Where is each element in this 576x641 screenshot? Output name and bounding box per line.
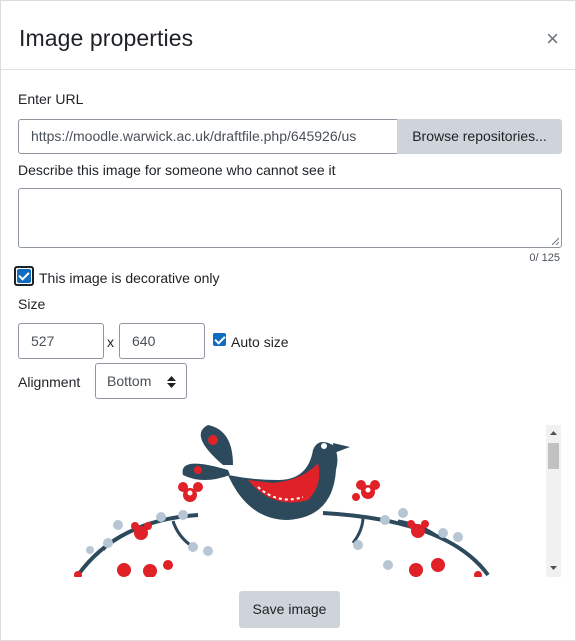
alignment-select[interactable]: Bottom: [95, 363, 187, 399]
alignment-label: Alignment: [18, 374, 81, 390]
url-group: https://moodle.warwick.ac.uk/draftfile.p…: [18, 119, 562, 154]
folk-bird-illustration-icon: [74, 425, 490, 577]
decorative-checkbox-focus[interactable]: [14, 266, 34, 286]
auto-size-checkbox[interactable]: [213, 333, 226, 346]
image-properties-dialog: Image properties × Enter URL https://moo…: [0, 0, 576, 641]
alt-char-counter: 0/ 125: [529, 252, 560, 264]
auto-size-label[interactable]: Auto size: [231, 334, 289, 350]
browse-repositories-button[interactable]: Browse repositories...: [397, 119, 562, 154]
alt-text-label: Describe this image for someone who cann…: [18, 162, 336, 178]
close-icon[interactable]: ×: [546, 28, 559, 50]
width-input[interactable]: 527: [18, 323, 104, 359]
alignment-value: Bottom: [107, 373, 152, 389]
dialog-header: Image properties ×: [1, 1, 575, 70]
dialog-title: Image properties: [19, 25, 194, 51]
scroll-down-icon: [550, 566, 557, 570]
select-arrows-icon: [167, 376, 176, 388]
decorative-checkbox[interactable]: [17, 269, 31, 283]
size-label: Size: [18, 296, 46, 312]
size-separator: x: [107, 334, 114, 350]
scroll-up-icon: [550, 431, 557, 435]
image-preview: [18, 425, 561, 577]
scrollbar-thumb: [548, 443, 559, 469]
height-input[interactable]: 640: [119, 323, 205, 359]
save-image-button[interactable]: Save image: [239, 591, 340, 628]
alt-text-textarea[interactable]: [18, 188, 562, 248]
preview-scrollbar[interactable]: [546, 425, 561, 577]
scrollbar-track-icon: [548, 431, 559, 570]
url-label: Enter URL: [18, 91, 84, 107]
decorative-label[interactable]: This image is decorative only: [39, 270, 220, 286]
resize-handle-icon[interactable]: [551, 237, 559, 245]
url-input[interactable]: https://moodle.warwick.ac.uk/draftfile.p…: [18, 119, 397, 154]
